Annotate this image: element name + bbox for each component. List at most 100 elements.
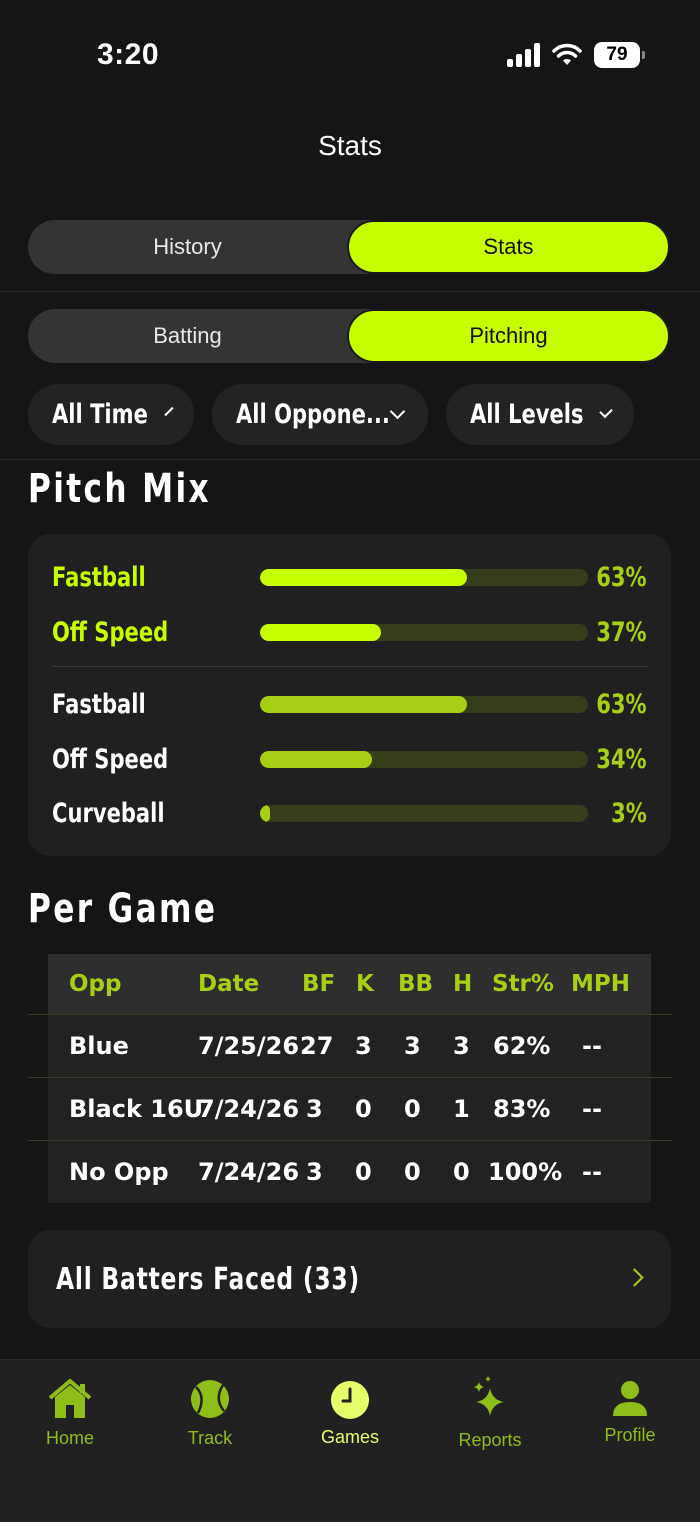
table-row[interactable]: No Opp 7/24/26 3 0 0 0 100% -- xyxy=(48,1140,651,1203)
tab-pitching[interactable]: Pitching xyxy=(347,309,670,363)
column-header-opp: Opp xyxy=(69,971,122,997)
cell-bf: 27 xyxy=(300,1032,334,1060)
tab-history[interactable]: History xyxy=(28,220,347,274)
tab-bar: Home Track Games Reports Profile xyxy=(0,1359,700,1522)
pitch-bar-fill xyxy=(260,805,270,822)
home-icon xyxy=(48,1379,92,1418)
tab-profile-label: Profile xyxy=(604,1425,656,1445)
cell-str: 62% xyxy=(493,1032,551,1060)
tab-home[interactable]: Home xyxy=(0,1360,140,1460)
pitch-mix-detail-row: Curveball 3% xyxy=(52,798,647,829)
cell-k: 3 xyxy=(355,1032,372,1060)
pitch-percent: 3% xyxy=(611,798,647,829)
cell-mph: -- xyxy=(582,1032,602,1060)
person-icon xyxy=(613,1381,647,1416)
cell-k: 0 xyxy=(355,1158,372,1186)
pitch-bar-fill xyxy=(260,624,382,641)
status-bar: 3:20 79 xyxy=(0,0,700,110)
wifi-icon xyxy=(552,43,582,65)
mode-segmented-control: Batting Pitching xyxy=(28,309,670,363)
pitch-mix-detail-row: Off Speed 34% xyxy=(52,744,647,775)
tab-track[interactable]: Track xyxy=(140,1360,280,1460)
per-game-title: Per Game xyxy=(28,886,218,932)
cell-mph: -- xyxy=(582,1095,602,1123)
status-time: 3:20 xyxy=(97,38,160,71)
pitch-bar-fill xyxy=(260,696,467,713)
pitch-label: Fastball xyxy=(52,562,146,593)
chevron-down-icon xyxy=(389,403,406,420)
row-divider xyxy=(28,1140,672,1141)
tab-reports[interactable]: Reports xyxy=(420,1360,560,1460)
pitch-bar-track xyxy=(260,805,588,822)
pitch-mix-detail-row: Fastball 63% xyxy=(52,689,647,720)
opponent-filter-dropdown[interactable]: All Oppone... xyxy=(212,384,428,445)
table-row[interactable]: Black 16U 7/24/26 3 0 0 1 83% -- xyxy=(48,1077,651,1140)
tab-batting[interactable]: Batting xyxy=(28,309,347,363)
divider xyxy=(0,291,700,292)
cell-str: 83% xyxy=(493,1095,551,1123)
time-filter-label: All Time xyxy=(52,399,148,430)
tab-home-label: Home xyxy=(45,1428,94,1448)
cell-h: 3 xyxy=(453,1032,470,1060)
pitch-mix-summary-row: Fastball 63% xyxy=(52,562,647,593)
pitch-label: Off Speed xyxy=(52,744,169,775)
tab-reports-label: Reports xyxy=(458,1430,522,1450)
time-filter-dropdown[interactable]: All Time xyxy=(28,384,194,445)
pitch-label: Curveball xyxy=(52,798,165,829)
pitch-label: Off Speed xyxy=(52,617,169,648)
cell-bb: 0 xyxy=(404,1095,421,1123)
battery-icon: 79 xyxy=(594,42,645,68)
cell-mph: -- xyxy=(582,1158,602,1186)
chevron-down-icon xyxy=(599,404,613,419)
cell-opp: Black 16U xyxy=(69,1095,204,1123)
cell-bf: 3 xyxy=(306,1158,323,1186)
column-header-mph: MPH xyxy=(571,971,630,997)
cellular-signal-icon xyxy=(507,43,540,67)
pitch-percent: 34% xyxy=(596,744,647,775)
pitch-bar-fill xyxy=(260,751,372,768)
tab-profile[interactable]: Profile xyxy=(560,1360,700,1460)
all-batters-faced-label: All Batters Faced (33) xyxy=(56,1262,360,1297)
tab-stats[interactable]: Stats xyxy=(347,220,670,274)
clock-icon xyxy=(331,1381,369,1419)
softball-icon xyxy=(191,1380,229,1418)
level-filter-label: All Levels xyxy=(470,399,584,430)
pitch-bar-track xyxy=(260,696,588,713)
divider xyxy=(0,459,700,460)
cell-date: 7/25/26 xyxy=(198,1032,300,1060)
pitch-bar-fill xyxy=(260,569,467,586)
cell-h: 0 xyxy=(453,1158,470,1186)
cell-date: 7/24/26 xyxy=(198,1095,300,1123)
cell-opp: No Opp xyxy=(69,1158,169,1186)
pitch-percent: 63% xyxy=(596,562,647,593)
chevron-down-icon xyxy=(164,406,174,417)
tab-games-label: Games xyxy=(320,1427,380,1447)
filter-bar: All Time All Oppone... All Levels xyxy=(28,384,634,445)
cell-date: 7/24/26 xyxy=(198,1158,300,1186)
all-batters-faced-button[interactable]: All Batters Faced (33) xyxy=(28,1230,671,1328)
pitch-bar-track xyxy=(260,751,588,768)
table-row[interactable]: Blue 7/25/26 27 3 3 3 62% -- xyxy=(48,1014,651,1077)
column-header-bb: BB xyxy=(398,971,434,997)
cell-str: 100% xyxy=(488,1158,563,1186)
chevron-right-icon xyxy=(625,1268,644,1287)
sparkles-icon xyxy=(474,1376,504,1416)
pitch-bar-track xyxy=(260,569,588,586)
level-filter-dropdown[interactable]: All Levels xyxy=(446,384,634,445)
pitch-mix-card: Fastball 63% Off Speed 37% Fastball 63% … xyxy=(28,534,671,856)
column-header-date: Date xyxy=(198,971,260,997)
tab-games[interactable]: Games xyxy=(280,1360,420,1460)
pitch-mix-title: Pitch Mix xyxy=(28,466,211,512)
column-header-bf: BF xyxy=(302,971,336,997)
pitch-bar-track xyxy=(260,624,588,641)
view-segmented-control: History Stats xyxy=(28,220,670,274)
cell-bf: 3 xyxy=(306,1095,323,1123)
page-title: Stats xyxy=(318,130,382,161)
column-header-k: K xyxy=(356,971,374,997)
per-game-table: Opp Date BF K BB H Str% MPH Blue 7/25/26… xyxy=(48,954,651,1203)
pitch-percent: 37% xyxy=(596,617,647,648)
cell-opp: Blue xyxy=(69,1032,129,1060)
column-header-str: Str% xyxy=(492,971,554,997)
pitch-mix-summary-row: Off Speed 37% xyxy=(52,617,647,648)
opponent-filter-label: All Oppone... xyxy=(236,399,390,430)
